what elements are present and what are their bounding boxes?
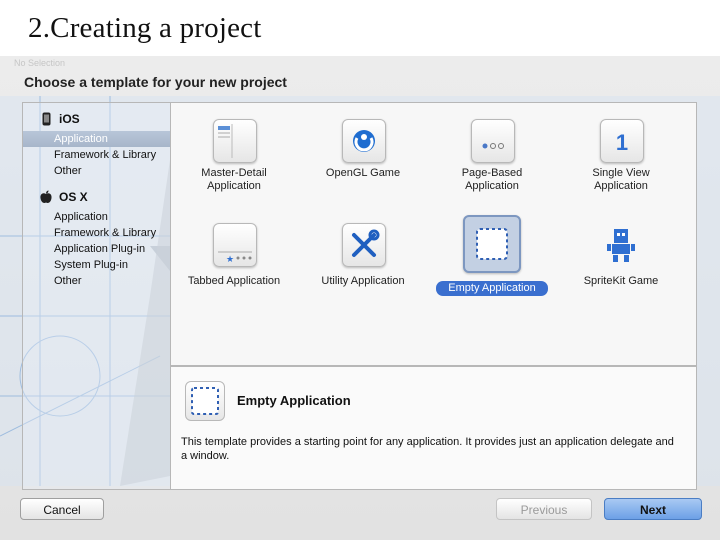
next-button[interactable]: Next bbox=[604, 498, 702, 520]
opengl-game-icon bbox=[342, 119, 386, 163]
sidebar-item-ios-other[interactable]: Other bbox=[23, 163, 171, 179]
svg-text:★: ★ bbox=[226, 255, 234, 265]
template-tabbed-application[interactable]: ★ Tabbed Application bbox=[169, 211, 299, 331]
utility-icon bbox=[342, 223, 386, 267]
selected-template-label: Empty Application bbox=[436, 281, 548, 296]
empty-application-large-icon bbox=[185, 381, 225, 421]
previous-button[interactable]: Previous bbox=[496, 498, 592, 520]
template-grid: Master-Detail Application OpenGL Game Pag… bbox=[170, 102, 697, 366]
ios-group-header: iOS bbox=[23, 109, 171, 129]
empty-application-icon bbox=[463, 215, 521, 273]
sidebar-item-osx-other[interactable]: Other bbox=[23, 273, 171, 289]
tabbed-icon: ★ bbox=[213, 223, 257, 267]
cancel-button[interactable]: Cancel bbox=[20, 498, 104, 520]
detail-title: Empty Application bbox=[237, 393, 351, 408]
detail-description: This template provides a starting point … bbox=[181, 436, 674, 462]
template-page-based[interactable]: Page-Based Application bbox=[427, 107, 557, 227]
sidebar-item-ios-application[interactable]: Application bbox=[23, 131, 171, 147]
new-project-sheet: No Selection Choose a template for your … bbox=[0, 56, 720, 540]
sidebar-item-osx-application-plugin[interactable]: Application Plug-in bbox=[23, 241, 171, 257]
template-category-sidebar: iOS Application Framework & Library Othe… bbox=[22, 102, 171, 490]
template-opengl-game[interactable]: OpenGL Game bbox=[298, 107, 428, 227]
master-detail-icon bbox=[213, 119, 257, 163]
window-title: No Selection bbox=[14, 58, 66, 68]
apple-icon bbox=[37, 190, 55, 204]
svg-text:1: 1 bbox=[616, 130, 628, 155]
sidebar-item-ios-framework-library[interactable]: Framework & Library bbox=[23, 147, 171, 163]
slide-title: 2.Creating a project bbox=[28, 12, 262, 44]
iphone-icon bbox=[37, 112, 55, 126]
template-single-view[interactable]: 1 Single View Application bbox=[556, 107, 686, 227]
template-empty-application[interactable]: Empty Application bbox=[427, 211, 557, 331]
sidebar-item-osx-system-plugin[interactable]: System Plug-in bbox=[23, 257, 171, 273]
template-master-detail[interactable]: Master-Detail Application bbox=[169, 107, 299, 227]
osx-group-header: OS X bbox=[23, 187, 171, 207]
template-spritekit-game[interactable]: SpriteKit Game bbox=[556, 211, 686, 331]
sidebar-item-osx-framework-library[interactable]: Framework & Library bbox=[23, 225, 171, 241]
sidebar-item-osx-application[interactable]: Application bbox=[23, 209, 171, 225]
sheet-header: Choose a template for your new project bbox=[24, 74, 287, 90]
page-based-icon bbox=[471, 119, 515, 163]
template-utility-application[interactable]: Utility Application bbox=[298, 211, 428, 331]
template-detail-panel: Empty Application This template provides… bbox=[170, 366, 697, 490]
spritekit-icon bbox=[600, 223, 642, 265]
single-view-icon: 1 bbox=[600, 119, 644, 163]
